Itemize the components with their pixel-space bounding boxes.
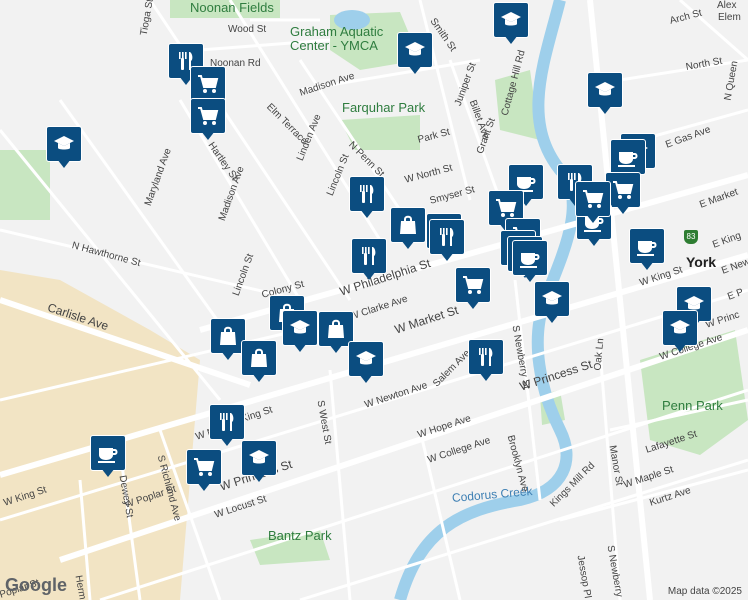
marker-pointer xyxy=(587,237,601,246)
map-base xyxy=(0,0,748,600)
map-marker-restaurant[interactable] xyxy=(209,404,245,450)
marker-pointer xyxy=(197,482,211,491)
grocery-icon xyxy=(186,449,222,485)
map-label: York xyxy=(686,254,717,270)
cafe-icon xyxy=(629,228,665,264)
marker-pointer xyxy=(440,252,454,261)
map-marker-grocery[interactable] xyxy=(575,181,611,227)
marker-pointer xyxy=(293,343,307,352)
map-label: Alex xyxy=(717,0,737,11)
map-label: Noonan Fields xyxy=(190,0,274,15)
map-marker-restaurant[interactable] xyxy=(468,339,504,385)
grocery-icon xyxy=(190,66,226,102)
restaurant-icon xyxy=(349,176,385,212)
map-label: Bantz Park xyxy=(268,528,332,543)
cafe-icon xyxy=(512,240,548,276)
school-icon xyxy=(241,440,277,476)
map-marker-restaurant[interactable] xyxy=(349,176,385,222)
school-icon xyxy=(662,310,698,346)
map-label: Elem xyxy=(718,12,741,23)
school-icon xyxy=(397,32,433,68)
map-label: Center - YMCA xyxy=(290,38,378,53)
shopping-icon xyxy=(390,207,426,243)
school-icon xyxy=(534,281,570,317)
marker-pointer xyxy=(252,473,266,482)
route-83-shield: 83 xyxy=(684,230,698,244)
cafe-icon xyxy=(90,435,126,471)
grocery-icon xyxy=(575,181,611,217)
marker-pointer xyxy=(616,205,630,214)
map-marker-restaurant[interactable] xyxy=(351,238,387,284)
map-marker-shopping[interactable] xyxy=(241,340,277,386)
map-label: Farquhar Park xyxy=(342,100,426,115)
grocery-icon xyxy=(455,267,491,303)
map-marker-school[interactable] xyxy=(46,126,82,172)
map-marker-shopping[interactable] xyxy=(390,207,426,253)
map-marker-school[interactable] xyxy=(662,310,698,356)
school-icon xyxy=(493,2,529,38)
shopping-icon xyxy=(241,340,277,376)
marker-pointer xyxy=(504,35,518,44)
map-marker-cafe[interactable] xyxy=(629,228,665,274)
map-marker-restaurant[interactable] xyxy=(429,219,465,265)
marker-pointer xyxy=(466,300,480,309)
grocery-icon xyxy=(190,98,226,134)
marker-pointer xyxy=(201,131,215,140)
restaurant-icon xyxy=(209,404,245,440)
marker-pointer xyxy=(360,209,374,218)
map-marker-grocery[interactable] xyxy=(186,449,222,495)
restaurant-icon xyxy=(351,238,387,274)
marker-pointer xyxy=(57,159,71,168)
marker-pointer xyxy=(479,372,493,381)
marker-pointer xyxy=(408,65,422,74)
map-marker-school[interactable] xyxy=(348,341,384,387)
marker-pointer xyxy=(586,214,600,223)
map-canvas[interactable]: 83 Noonan Fields Graham Aquatic Center -… xyxy=(0,0,748,600)
marker-pointer xyxy=(221,351,235,360)
school-icon xyxy=(348,341,384,377)
marker-pointer xyxy=(329,344,343,353)
marker-pointer xyxy=(545,314,559,323)
map-label: Graham Aquatic xyxy=(290,24,384,39)
map-marker-school[interactable] xyxy=(493,2,529,48)
marker-pointer xyxy=(220,437,234,446)
school-icon xyxy=(587,72,623,108)
school-icon xyxy=(282,310,318,346)
map-marker-grocery[interactable] xyxy=(190,98,226,144)
marker-pointer xyxy=(673,343,687,352)
marker-pointer xyxy=(359,374,373,383)
google-logo[interactable]: Google xyxy=(5,575,67,596)
marker-pointer xyxy=(401,240,415,249)
map-marker-school[interactable] xyxy=(534,281,570,327)
map-label: Wood St xyxy=(228,24,267,35)
marker-pointer xyxy=(252,373,266,382)
restaurant-icon xyxy=(429,219,465,255)
map-marker-school[interactable] xyxy=(587,72,623,118)
cafe-icon xyxy=(610,139,646,175)
marker-pointer xyxy=(598,105,612,114)
marker-pointer xyxy=(362,271,376,280)
school-icon xyxy=(46,126,82,162)
map-marker-cafe[interactable] xyxy=(512,240,548,286)
marker-pointer xyxy=(101,468,115,477)
map-marker-school[interactable] xyxy=(282,310,318,356)
restaurant-icon xyxy=(468,339,504,375)
map-marker-grocery[interactable] xyxy=(455,267,491,313)
map-marker-school[interactable] xyxy=(397,32,433,78)
map-label: Penn Park xyxy=(662,398,723,413)
map-marker-cafe[interactable] xyxy=(90,435,126,481)
marker-pointer xyxy=(640,261,654,270)
map-marker-school[interactable] xyxy=(241,440,277,486)
map-attribution: Map data ©2025 xyxy=(667,586,742,597)
